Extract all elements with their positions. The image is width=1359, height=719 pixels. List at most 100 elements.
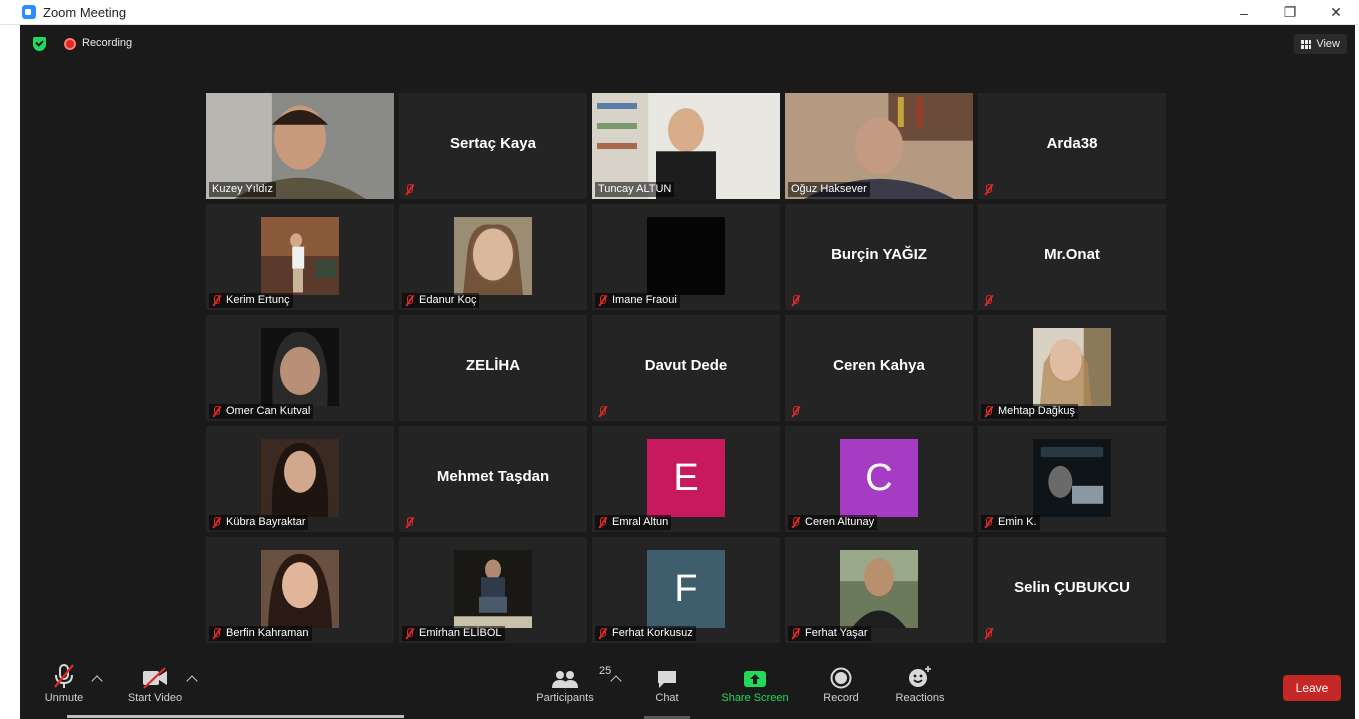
participant-tile[interactable]: Mehmet Taşdan	[399, 426, 587, 532]
mic-muted-icon	[984, 406, 993, 417]
mic-muted-icon	[598, 295, 607, 306]
participant-tile[interactable]: ZELİHA	[399, 315, 587, 421]
mic-muted-icon	[984, 184, 993, 195]
leave-button[interactable]: Leave	[1283, 675, 1341, 701]
minimize-button[interactable]: –	[1221, 0, 1267, 25]
profile-picture	[261, 550, 339, 628]
participant-tile[interactable]: Kübra Bayraktar	[206, 426, 394, 532]
share-screen-label: Share Screen	[721, 692, 789, 704]
avatar-initial: C	[840, 439, 918, 517]
video-off-icon	[143, 667, 167, 689]
profile-picture	[261, 328, 339, 406]
participant-tile[interactable]: E Emral Altun	[592, 426, 780, 532]
mic-muted-icon	[54, 664, 74, 688]
mic-muted-icon	[405, 295, 414, 306]
participant-name: Omer Can Kutval	[226, 405, 311, 417]
title-bar: Zoom Meeting – ❐ ✕	[0, 0, 1359, 25]
participant-tile[interactable]: Mr.Onat	[978, 204, 1166, 310]
participant-name-tag	[981, 293, 1001, 308]
mic-muted-icon	[984, 295, 993, 306]
zoom-app-icon	[22, 5, 36, 19]
mic-muted-icon	[791, 406, 800, 417]
participants-count: 25	[599, 665, 612, 677]
participant-tile[interactable]: Ceren Kahya	[785, 315, 973, 421]
participant-name-tag	[402, 515, 422, 530]
participant-name-tag	[402, 182, 422, 197]
participant-tile[interactable]: Tuncay ALTUN	[592, 93, 780, 199]
participant-tile[interactable]: Emin K.	[978, 426, 1166, 532]
view-button[interactable]: View	[1294, 34, 1347, 54]
profile-picture	[454, 217, 532, 295]
participant-tile[interactable]: Imane Fraoui	[592, 204, 780, 310]
participant-tile[interactable]: Davut Dede	[592, 315, 780, 421]
participant-tile[interactable]: Edanur Koç	[399, 204, 587, 310]
participants-label: Participants	[536, 692, 594, 704]
participant-name: Emral Altun	[612, 516, 669, 528]
meeting-window: Recording View Kuzey Yıldız Sertaç Kaya Tu…	[20, 25, 1355, 719]
participant-tile[interactable]: Emirhan ELİBOL	[399, 537, 587, 643]
record-label: Record	[823, 692, 859, 704]
participant-tile[interactable]: Arda38	[978, 93, 1166, 199]
restore-button[interactable]: ❐	[1267, 0, 1313, 25]
participant-name-tag	[788, 404, 808, 419]
participant-tile[interactable]: Kerim Ertunç	[206, 204, 394, 310]
participant-tile[interactable]: Berfin Kahraman	[206, 537, 394, 643]
start-video-label: Start Video	[127, 692, 183, 704]
mic-muted-icon	[598, 406, 607, 417]
close-button[interactable]: ✕	[1313, 0, 1359, 25]
start-video-button[interactable]: Start Video	[120, 659, 190, 715]
avatar-initial: F	[647, 550, 725, 628]
participant-name: Emirhan ELİBOL	[419, 627, 502, 639]
participant-display-name: ZELİHA	[465, 357, 521, 374]
mic-muted-icon	[212, 517, 221, 528]
mic-muted-icon	[791, 628, 800, 639]
participant-name: Ferhat Korkusuz	[612, 627, 693, 639]
participant-tile[interactable]: Mehtap Dağkuş	[978, 315, 1166, 421]
participant-tile[interactable]: Selin ÇUBUKCU	[978, 537, 1166, 643]
participant-name: Emin K.	[998, 516, 1037, 528]
mic-muted-icon	[212, 406, 221, 417]
participant-display-name: Mr.Onat	[1044, 246, 1100, 263]
participant-tile[interactable]: Oğuz Haksever	[785, 93, 973, 199]
participant-name-tag: Ceren Altunay	[788, 515, 878, 530]
reactions-button[interactable]: Reactions	[890, 659, 950, 715]
participant-name-tag: Ferhat Yaşar	[788, 626, 871, 641]
profile-picture	[1033, 439, 1111, 517]
record-button[interactable]: Record	[818, 659, 864, 715]
mic-muted-icon	[598, 628, 607, 639]
profile-picture	[647, 217, 725, 295]
participant-name-tag: Mehtap Dağkuş	[981, 404, 1079, 419]
unmute-button[interactable]: Unmute	[36, 659, 92, 715]
participant-tile[interactable]: C Ceren Altunay	[785, 426, 973, 532]
record-icon	[830, 667, 852, 689]
participants-caret-icon[interactable]	[610, 675, 622, 687]
participant-name: Ceren Altunay	[805, 516, 875, 528]
participant-tile[interactable]: Sertaç Kaya	[399, 93, 587, 199]
participant-tile[interactable]: Burçin YAĞIZ	[785, 204, 973, 310]
chat-button[interactable]: Chat	[644, 659, 690, 715]
recording-label[interactable]: Recording	[82, 37, 132, 49]
participant-tile[interactable]: Ferhat Yaşar	[785, 537, 973, 643]
participant-tile[interactable]: Kuzey Yıldız	[206, 93, 394, 199]
profile-picture	[261, 439, 339, 517]
window-title: Zoom Meeting	[43, 4, 127, 20]
profile-picture	[840, 550, 918, 628]
audio-options-caret-icon[interactable]	[91, 675, 103, 687]
participants-button[interactable]: 25 Participants	[533, 659, 611, 715]
participant-name-tag	[981, 626, 1001, 641]
participant-tile[interactable]: Omer Can Kutval	[206, 315, 394, 421]
share-screen-button[interactable]: Share Screen	[717, 659, 793, 715]
participant-name-tag: Kuzey Yıldız	[209, 182, 276, 197]
participant-name-tag: Tuncay ALTUN	[595, 182, 675, 197]
meeting-topbar: Recording View	[20, 25, 1355, 63]
reactions-icon	[909, 666, 931, 687]
profile-picture	[261, 217, 339, 295]
participant-name-tag: Emral Altun	[595, 515, 672, 530]
participant-tile[interactable]: F Ferhat Korkusuz	[592, 537, 780, 643]
participant-name-tag: Berfin Kahraman	[209, 626, 312, 641]
mic-muted-icon	[212, 628, 221, 639]
participant-name: Berfin Kahraman	[226, 627, 309, 639]
participant-name: Mehtap Dağkuş	[998, 405, 1076, 417]
horizontal-scrollbar[interactable]	[67, 715, 404, 718]
encryption-shield-icon[interactable]	[33, 37, 46, 51]
